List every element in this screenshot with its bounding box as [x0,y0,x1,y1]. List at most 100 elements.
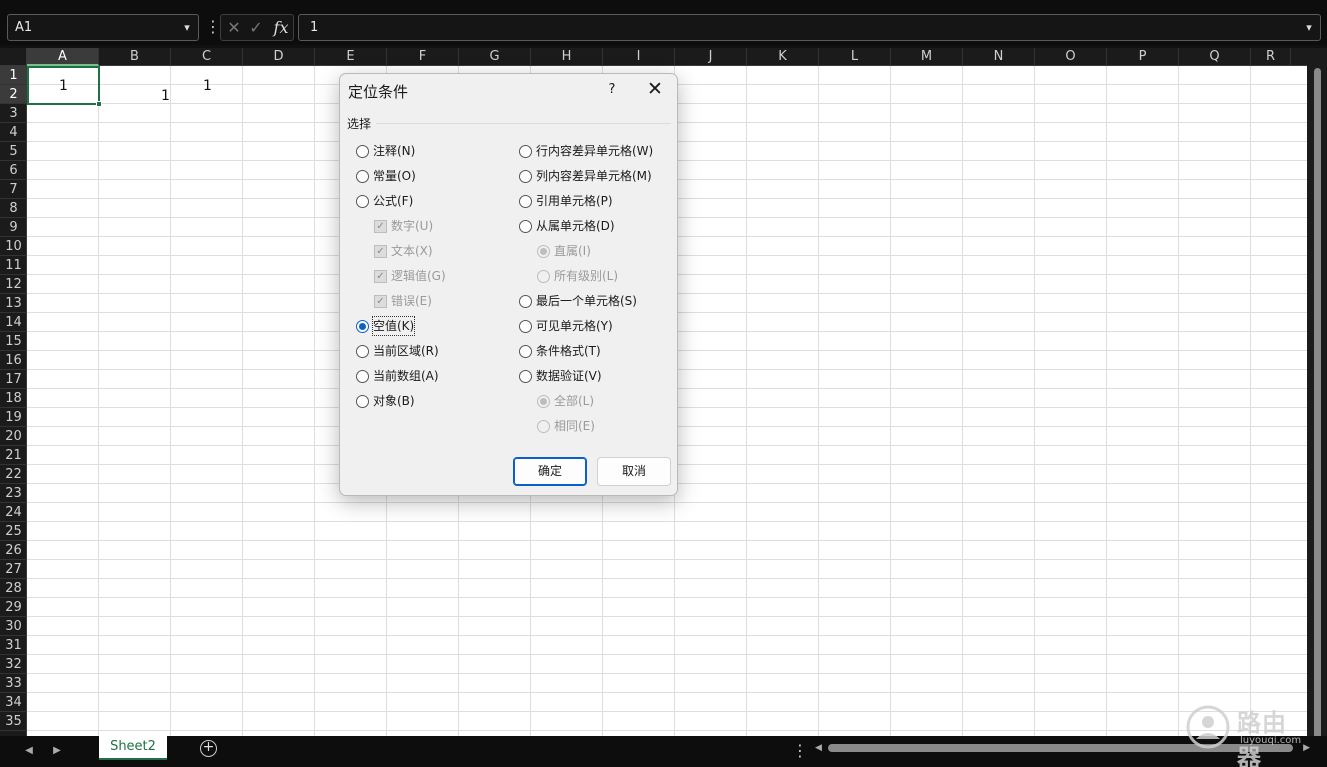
radio-button[interactable] [356,170,369,183]
scroll-left-icon[interactable]: ◀ [815,742,822,754]
column-header-n[interactable]: N [963,48,1035,66]
radio-button[interactable] [519,345,532,358]
chevron-down-icon[interactable]: ▾ [180,15,194,40]
row-header-22[interactable]: 22 [0,465,27,484]
more-options-icon[interactable]: ⋮ [205,16,221,38]
select-all-corner[interactable] [0,48,27,66]
active-cell-selection[interactable] [27,66,102,107]
row-header-3[interactable]: 3 [0,104,27,123]
radio-button[interactable] [519,170,532,183]
row-header-10[interactable]: 10 [0,237,27,256]
row-header-20[interactable]: 20 [0,427,27,446]
option-label: 当前数组(A) [373,369,439,383]
vertical-scroll-thumb[interactable] [1314,68,1321,748]
next-sheet-icon[interactable]: ▶ [45,740,69,762]
row-header-5[interactable]: 5 [0,142,27,161]
radio-button[interactable] [519,370,532,383]
radio-button[interactable] [356,345,369,358]
close-icon[interactable]: ✕ [643,78,667,102]
row-header-31[interactable]: 31 [0,636,27,655]
row-header-34[interactable]: 34 [0,693,27,712]
row-header-11[interactable]: 11 [0,256,27,275]
column-header-q[interactable]: Q [1179,48,1251,66]
more-sheets-icon[interactable]: ⋮ [792,741,808,761]
option-label: 公式(F) [373,194,414,208]
row-header-14[interactable]: 14 [0,313,27,332]
row-header-2[interactable]: 2 [0,85,27,104]
row-header-16[interactable]: 16 [0,351,27,370]
column-header-e[interactable]: E [315,48,387,66]
radio-button[interactable] [519,195,532,208]
row-header-25[interactable]: 25 [0,522,27,541]
column-header-d[interactable]: D [243,48,315,66]
help-icon[interactable]: ? [602,80,622,100]
name-box[interactable]: A1 ▾ [7,14,199,41]
row-header-18[interactable]: 18 [0,389,27,408]
radio-button[interactable] [519,220,532,233]
column-header-r[interactable]: R [1251,48,1291,66]
router-logo-icon [1186,705,1230,749]
prev-sheet-icon[interactable]: ◀ [17,740,41,762]
watermark-subtext: luyouqi.com [1240,735,1302,746]
row-header-13[interactable]: 13 [0,294,27,313]
row-header-21[interactable]: 21 [0,446,27,465]
column-header-b[interactable]: B [99,48,171,66]
radio-button[interactable] [356,395,369,408]
column-header-h[interactable]: H [531,48,603,66]
row-headers: 1 2 3 4 5 6 7 8 9 10 11 12 13 14 15 16 17 18 19 20 21 22 23 24 2… [0,66,27,736]
row-header-19[interactable]: 19 [0,408,27,427]
column-header-p[interactable]: P [1107,48,1179,66]
radio-button[interactable] [519,145,532,158]
radio-button[interactable] [356,370,369,383]
radio-button[interactable] [519,295,532,308]
row-header-17[interactable]: 17 [0,370,27,389]
radio-button[interactable] [519,320,532,333]
row-header-30[interactable]: 30 [0,617,27,636]
row-header-12[interactable]: 12 [0,275,27,294]
radio-button[interactable] [356,195,369,208]
column-header-k[interactable]: K [747,48,819,66]
check-icon[interactable]: ✓ [247,15,265,40]
cancel-button[interactable]: 取消 [597,457,671,486]
column-header-a[interactable]: A [27,48,99,66]
expand-formula-icon[interactable]: ▾ [1302,15,1316,40]
fill-handle[interactable] [96,101,102,107]
row-header-8[interactable]: 8 [0,199,27,218]
row-header-9[interactable]: 9 [0,218,27,237]
cell-c1[interactable]: 1 [203,78,212,94]
row-header-33[interactable]: 33 [0,674,27,693]
row-header-23[interactable]: 23 [0,484,27,503]
column-header-l[interactable]: L [819,48,891,66]
column-header-j[interactable]: J [675,48,747,66]
column-header-m[interactable]: M [891,48,963,66]
row-header-1[interactable]: 1 [0,66,27,85]
cell-b2[interactable]: 1 [161,88,170,104]
row-header-26[interactable]: 26 [0,541,27,560]
formula-input[interactable]: 1 ▾ [298,14,1321,41]
row-header-27[interactable]: 27 [0,560,27,579]
sheet-tab[interactable]: Sheet2 [99,736,167,760]
row-header-32[interactable]: 32 [0,655,27,674]
row-header-24[interactable]: 24 [0,503,27,522]
row-header-35[interactable]: 35 [0,712,27,731]
insert-function-icon[interactable]: fx [269,15,293,40]
column-header-c[interactable]: C [171,48,243,66]
column-header-o[interactable]: O [1035,48,1107,66]
radio-button [537,420,550,433]
row-header-29[interactable]: 29 [0,598,27,617]
radio-button[interactable] [356,145,369,158]
row-header-7[interactable]: 7 [0,180,27,199]
row-header-15[interactable]: 15 [0,332,27,351]
option-label: 列内容差异单元格(M) [536,169,652,183]
column-header-f[interactable]: F [387,48,459,66]
row-header-6[interactable]: 6 [0,161,27,180]
vertical-scrollbar[interactable] [1307,48,1327,748]
column-header-g[interactable]: G [459,48,531,66]
cancel-icon[interactable]: ✕ [225,15,243,40]
row-header-4[interactable]: 4 [0,123,27,142]
add-sheet-icon[interactable]: + [200,740,217,757]
ok-button[interactable]: 确定 [513,457,587,486]
row-header-28[interactable]: 28 [0,579,27,598]
column-header-i[interactable]: I [603,48,675,66]
radio-button[interactable] [356,320,369,333]
